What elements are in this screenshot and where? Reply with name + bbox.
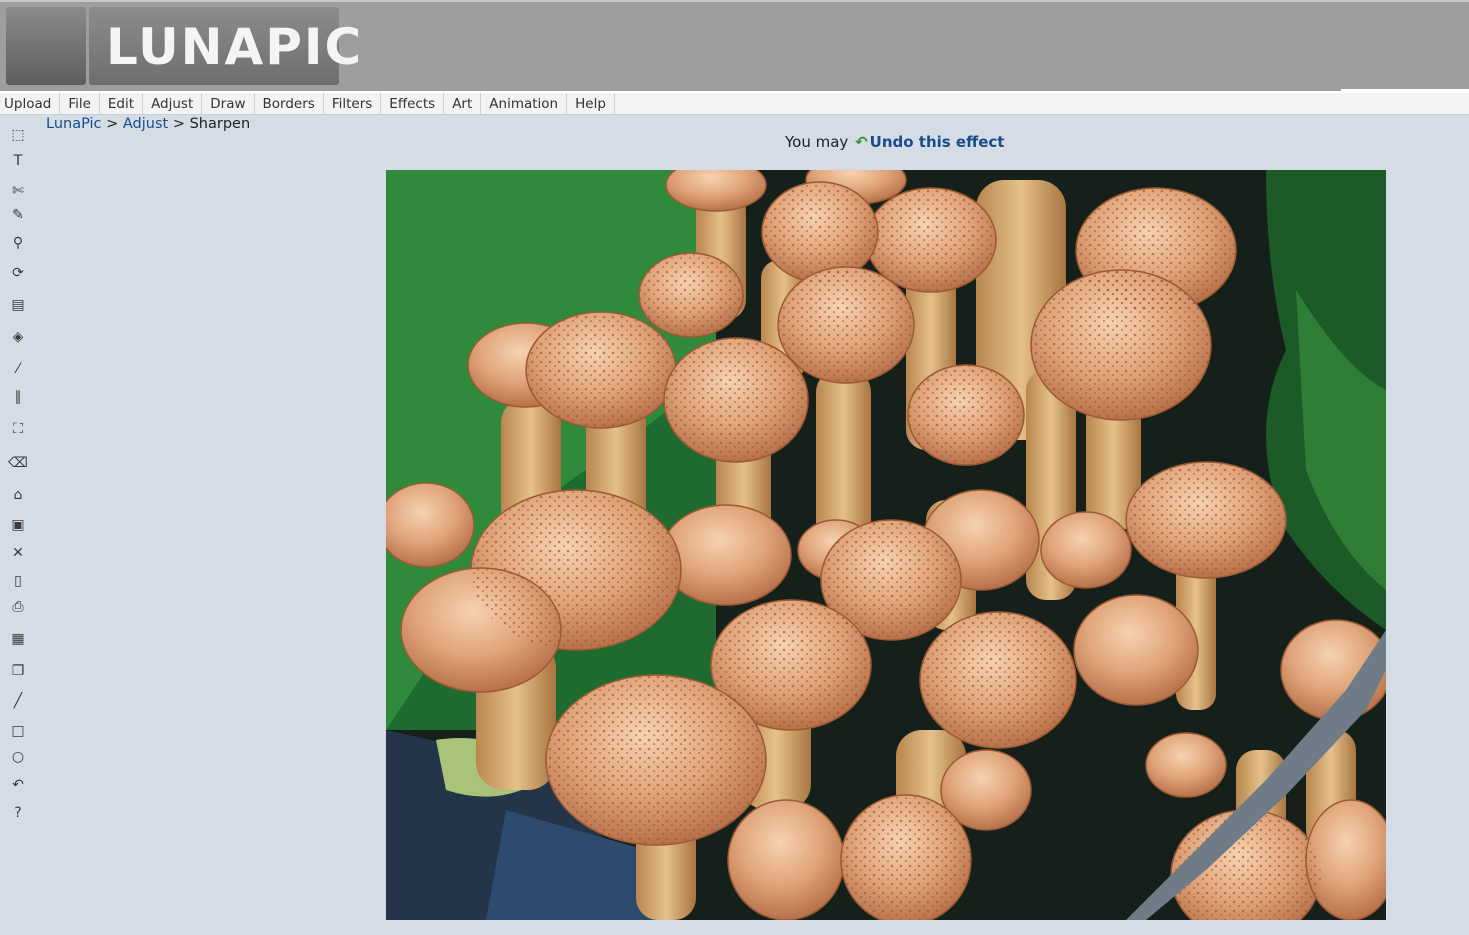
paint-bucket-icon[interactable]: ◈ [8,327,28,347]
undo-notice: You may ↶ Undo this effect [785,133,1004,155]
header-top-line [0,0,1469,2]
menu-item-file[interactable]: File [60,93,100,115]
menu-item-adjust[interactable]: Adjust [143,93,203,115]
lunapic-logo[interactable]: LUNAPIC [6,7,361,85]
save-icon[interactable]: ▣ [8,515,28,535]
header: LUNAPIC [0,0,1469,95]
undo-arrow-icon: ↶ [855,133,868,151]
breadcrumb-separator: > [168,116,190,132]
menu-item-upload[interactable]: Upload [0,93,61,115]
edited-image[interactable] [386,170,1386,920]
brush-icon[interactable]: ∥ [8,387,28,407]
help-icon[interactable]: ? [8,803,28,823]
gradient-icon[interactable]: ▤ [8,295,28,315]
mushrooms-photo [386,170,1386,920]
select-icon[interactable]: ⬚ [8,125,28,145]
scissors-icon[interactable]: ✄ [8,181,28,201]
circle-icon[interactable]: ○ [8,747,28,767]
menu-bar: Upload File Edit Adjust Draw Borders Filters Ef… [0,91,1469,115]
menu-item-art[interactable]: Art [444,93,482,115]
new-document-icon[interactable]: ▯ [8,571,28,591]
rectangle-icon[interactable]: □ [8,721,28,741]
open-folder-icon[interactable]: ⌂ [8,485,28,505]
text-icon[interactable]: T [8,151,28,171]
menu-item-filters[interactable]: Filters [324,93,382,115]
crop-icon[interactable]: ⛶ [8,419,28,439]
menu-item-borders[interactable]: Borders [255,93,324,115]
line-icon[interactable]: ╱ [8,691,28,711]
moon-logo-icon [6,7,86,85]
menu-item-help[interactable]: Help [567,93,615,115]
breadcrumb-home-link[interactable]: LunaPic [46,116,102,132]
close-icon[interactable]: ✕ [8,543,28,563]
eraser-icon[interactable]: ⌫ [8,453,28,473]
undo-effect-link[interactable]: Undo this effect [870,133,1005,151]
layers-icon[interactable]: ▦ [8,629,28,649]
undo-icon[interactable]: ↶ [8,775,28,795]
menu-item-effects[interactable]: Effects [381,93,445,115]
menu-item-animation[interactable]: Animation [481,93,568,115]
zoom-icon[interactable]: ⚲ [8,233,28,253]
pencil-icon[interactable]: ✎ [8,205,28,225]
menu-item-draw[interactable]: Draw [202,93,255,115]
print-icon[interactable]: ⎙ [8,597,28,617]
breadcrumb-separator: > [101,116,123,132]
copy-icon[interactable]: ❐ [8,661,28,681]
breadcrumb-adjust-link[interactable]: Adjust [123,116,168,132]
menu-item-edit[interactable]: Edit [100,93,144,115]
logo-text: LUNAPIC [106,18,364,76]
breadcrumb-current: Sharpen [189,116,251,132]
rotate-icon[interactable]: ⟳ [8,263,28,283]
menu-list: Upload File Edit Adjust Draw Borders Filters Ef… [0,93,1469,115]
breadcrumb: LunaPic > Adjust > Sharpen [46,116,250,136]
eyedropper-icon[interactable]: ⁄ [8,359,28,379]
undo-prefix-text: You may [785,133,854,151]
